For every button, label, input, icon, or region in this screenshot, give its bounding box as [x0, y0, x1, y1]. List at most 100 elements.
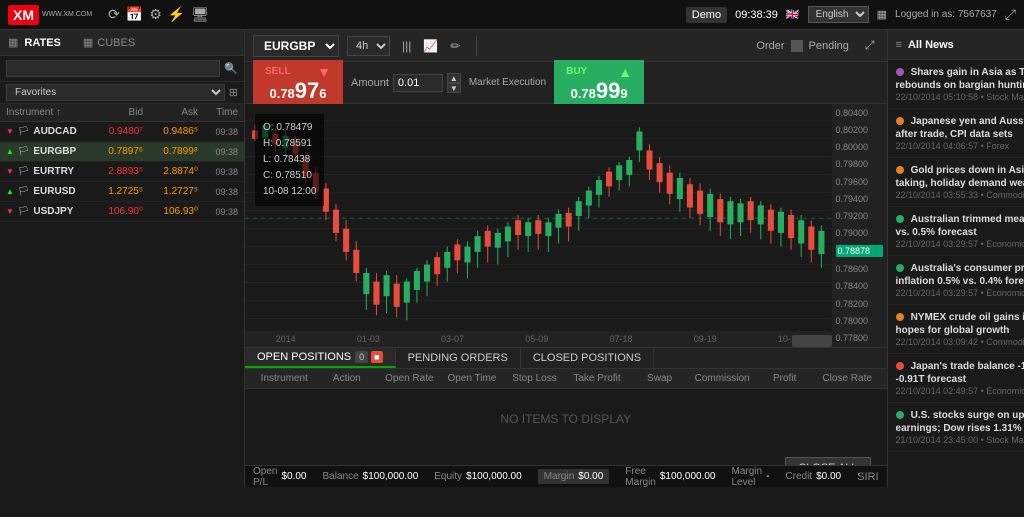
news-item[interactable]: Japanese yen and Aussie steady after tra… — [888, 109, 1024, 158]
col-instrument-header: Instrument ↑ — [6, 107, 88, 118]
news-item[interactable]: NYMEX crude oil gains in Asia on hopes f… — [888, 305, 1024, 354]
news-headline-text: Australian trimmed mean CPI 0.4% vs. 0.5… — [896, 214, 1024, 238]
open-positions-badge: 0 — [355, 351, 368, 363]
amount-input[interactable] — [393, 74, 443, 92]
equity-value: $100,000.00 — [466, 471, 522, 482]
ask-value: 0.9486⁵ — [143, 126, 198, 137]
rate-row[interactable]: ▲ 🏳 EURGBP 0.7897⁶ 0.7899⁸ 09:38 — [0, 142, 244, 162]
news-headline: Japanese yen and Aussie steady after tra… — [896, 115, 1024, 141]
bar-chart-btn[interactable]: ||| — [398, 37, 415, 55]
rate-row[interactable]: ▼ 🏳 EURTRY 2.8893⁵ 2.8874⁰ 09:38 — [0, 162, 244, 182]
refresh-icon[interactable]: ⟳ — [108, 6, 120, 23]
filter-icon[interactable]: ⊞ — [229, 86, 238, 99]
news-panel: ≡ All News ✕ Shares gain in Asia as Toky… — [887, 30, 1024, 487]
lightning-icon[interactable]: ⚡ — [168, 6, 185, 23]
news-category-dot — [896, 166, 904, 174]
monitor-icon[interactable]: 🖥 — [191, 6, 209, 23]
news-headline-text: Australia's consumer price inflation 0.5… — [896, 263, 1024, 287]
ohlc-open: O: 0.78479 — [263, 120, 316, 136]
news-item[interactable]: Japan's trade balance -1.07T vs. -0.91T … — [888, 354, 1024, 403]
cubes-tab[interactable]: ▦ CUBES — [83, 36, 135, 49]
bid-value: 1.2725⁵ — [88, 186, 143, 197]
rate-row[interactable]: ▲ 🏳 EURUSD 1.2725⁵ 1.2727⁵ 09:38 — [0, 182, 244, 202]
news-title: All News — [908, 39, 954, 51]
rates-panel: ▦ RATES ▦ CUBES 🔍 Favorites ⊞ Instrument… — [0, 30, 245, 487]
favorites-select[interactable]: Favorites — [6, 84, 225, 101]
ask-value: 106.93⁰ — [143, 206, 198, 217]
news-meta: 22/10/2014 03:55:33 • Commodities — [896, 190, 1024, 200]
news-item[interactable]: Australia's consumer price inflation 0.5… — [888, 256, 1024, 305]
news-headline: Australia's consumer price inflation 0.5… — [896, 262, 1024, 288]
tab-closed-positions[interactable]: CLOSED POSITIONS — [521, 348, 654, 368]
instrument-info: ▲ 🏳 EURUSD — [6, 186, 88, 197]
rate-row[interactable]: ▼ 🏳 AUDCAD 0.9480⁷ 0.9486⁵ 09:38 — [0, 122, 244, 142]
flag-icon: 🏳 — [18, 146, 29, 157]
login-info: Logged in as: 7567637 — [895, 9, 997, 20]
calendar-icon[interactable]: 📅 — [126, 6, 143, 23]
maximize-btn[interactable]: ⤢ — [861, 36, 879, 55]
col-profit: Profit — [753, 373, 816, 384]
news-item[interactable]: Shares gain in Asia as Tokyo rebounds on… — [888, 60, 1024, 109]
flag-icon: 🏳 — [18, 186, 29, 197]
col-bid-header: Bid — [88, 107, 143, 118]
credit-status: Credit $0.00 — [785, 471, 841, 482]
col-open-time: Open Time — [441, 373, 504, 384]
flag-icon: 🏳 — [18, 126, 29, 137]
news-category-dot — [896, 411, 904, 419]
tab-pending-orders[interactable]: PENDING ORDERS — [396, 348, 521, 368]
rates-rows: ▼ 🏳 AUDCAD 0.9480⁷ 0.9486⁵ 09:38 ▲ 🏳 EUR… — [0, 122, 244, 487]
ohlc-overlay: O: 0.78479 H: 0.78591 L: 0.78438 C: 0.78… — [255, 114, 324, 206]
tab-open-positions[interactable]: OPEN POSITIONS 0 ■ — [245, 348, 396, 368]
news-headline-text: NYMEX crude oil gains in Asia on hopes f… — [896, 312, 1024, 336]
status-bar: Open P/L $0.00 Balance $100,000.00 Equit… — [245, 465, 887, 487]
search-input[interactable] — [6, 60, 220, 77]
bid-value: 0.9480⁷ — [88, 126, 143, 137]
news-headline-text: Gold prices down in Asia on profit takin… — [896, 165, 1024, 189]
news-category-dot — [896, 68, 904, 76]
no-items-text: NO ITEMS TO DISPLAY — [245, 389, 887, 449]
open-pl-status: Open P/L $0.00 — [253, 466, 307, 488]
bid-value: 0.7897⁶ — [88, 146, 143, 157]
margin-level-value: - — [766, 471, 769, 482]
logo-text: WWW.XM.COM — [42, 11, 92, 18]
draw-btn[interactable]: ✏ — [446, 37, 464, 55]
buy-label: BUY — [566, 66, 587, 77]
direction-arrow: ▼ — [6, 127, 14, 136]
instrument-name: EURUSD — [33, 186, 75, 197]
expand-icon[interactable]: ⤢ — [1005, 6, 1016, 23]
margin-level-status: Margin Level - — [731, 466, 769, 488]
flag-icon: 🇬🇧 — [786, 8, 800, 21]
close-all-button[interactable]: CLOSE ALL — [785, 457, 870, 465]
news-list: Shares gain in Asia as Tokyo rebounds on… — [888, 60, 1024, 487]
news-meta: 22/10/2014 05:10:58 • Stock Market — [896, 92, 1024, 102]
symbol-select[interactable]: EURGBP — [253, 35, 339, 57]
chart-toolbar: EURGBP 4h ||| 📈 ✏ Order Pending ⤢ — [245, 30, 887, 62]
line-chart-btn[interactable]: 📈 — [419, 37, 442, 55]
news-meta: 22/10/2014 02:49:57 • Economic Indicator… — [896, 386, 1024, 396]
rate-row[interactable]: ▼ 🏳 USDJPY 106.90⁰ 106.93⁰ 09:38 — [0, 202, 244, 222]
positions-content: Instrument Action Open Rate Open Time St… — [245, 369, 887, 465]
language-select[interactable]: English — [808, 6, 869, 23]
flag-icon: 🏳 — [18, 166, 29, 177]
time-value: 09:38 — [198, 167, 238, 177]
search-icon: 🔍 — [224, 62, 238, 75]
timeframe-select[interactable]: 4h — [347, 36, 390, 56]
col-swap: Swap — [628, 373, 691, 384]
time-value: 09:38 — [198, 187, 238, 197]
amount-spinner: ▲ ▼ — [447, 73, 461, 93]
chart-scrollbar[interactable] — [792, 335, 832, 347]
settings-icon[interactable]: ⚙ — [149, 6, 162, 23]
direction-arrow: ▲ — [6, 187, 14, 196]
spin-up-btn[interactable]: ▲ — [447, 73, 461, 83]
col-take-profit: Take Profit — [566, 373, 629, 384]
bid-value: 2.8893⁵ — [88, 166, 143, 177]
news-meta: 22/10/2014 03:09:42 • Commodities — [896, 337, 1024, 347]
news-item[interactable]: Gold prices down in Asia on profit takin… — [888, 158, 1024, 207]
news-item[interactable]: U.S. stocks surge on upbeat earnings; Do… — [888, 403, 1024, 452]
col-close-rate: Close Rate — [816, 373, 879, 384]
news-item[interactable]: Australian trimmed mean CPI 0.4% vs. 0.5… — [888, 207, 1024, 256]
ask-value: 2.8874⁰ — [143, 166, 198, 177]
spin-down-btn[interactable]: ▼ — [447, 83, 461, 93]
chart-area: O: 0.78479 H: 0.78591 L: 0.78438 C: 0.78… — [245, 104, 887, 347]
news-category-dot — [896, 117, 904, 125]
